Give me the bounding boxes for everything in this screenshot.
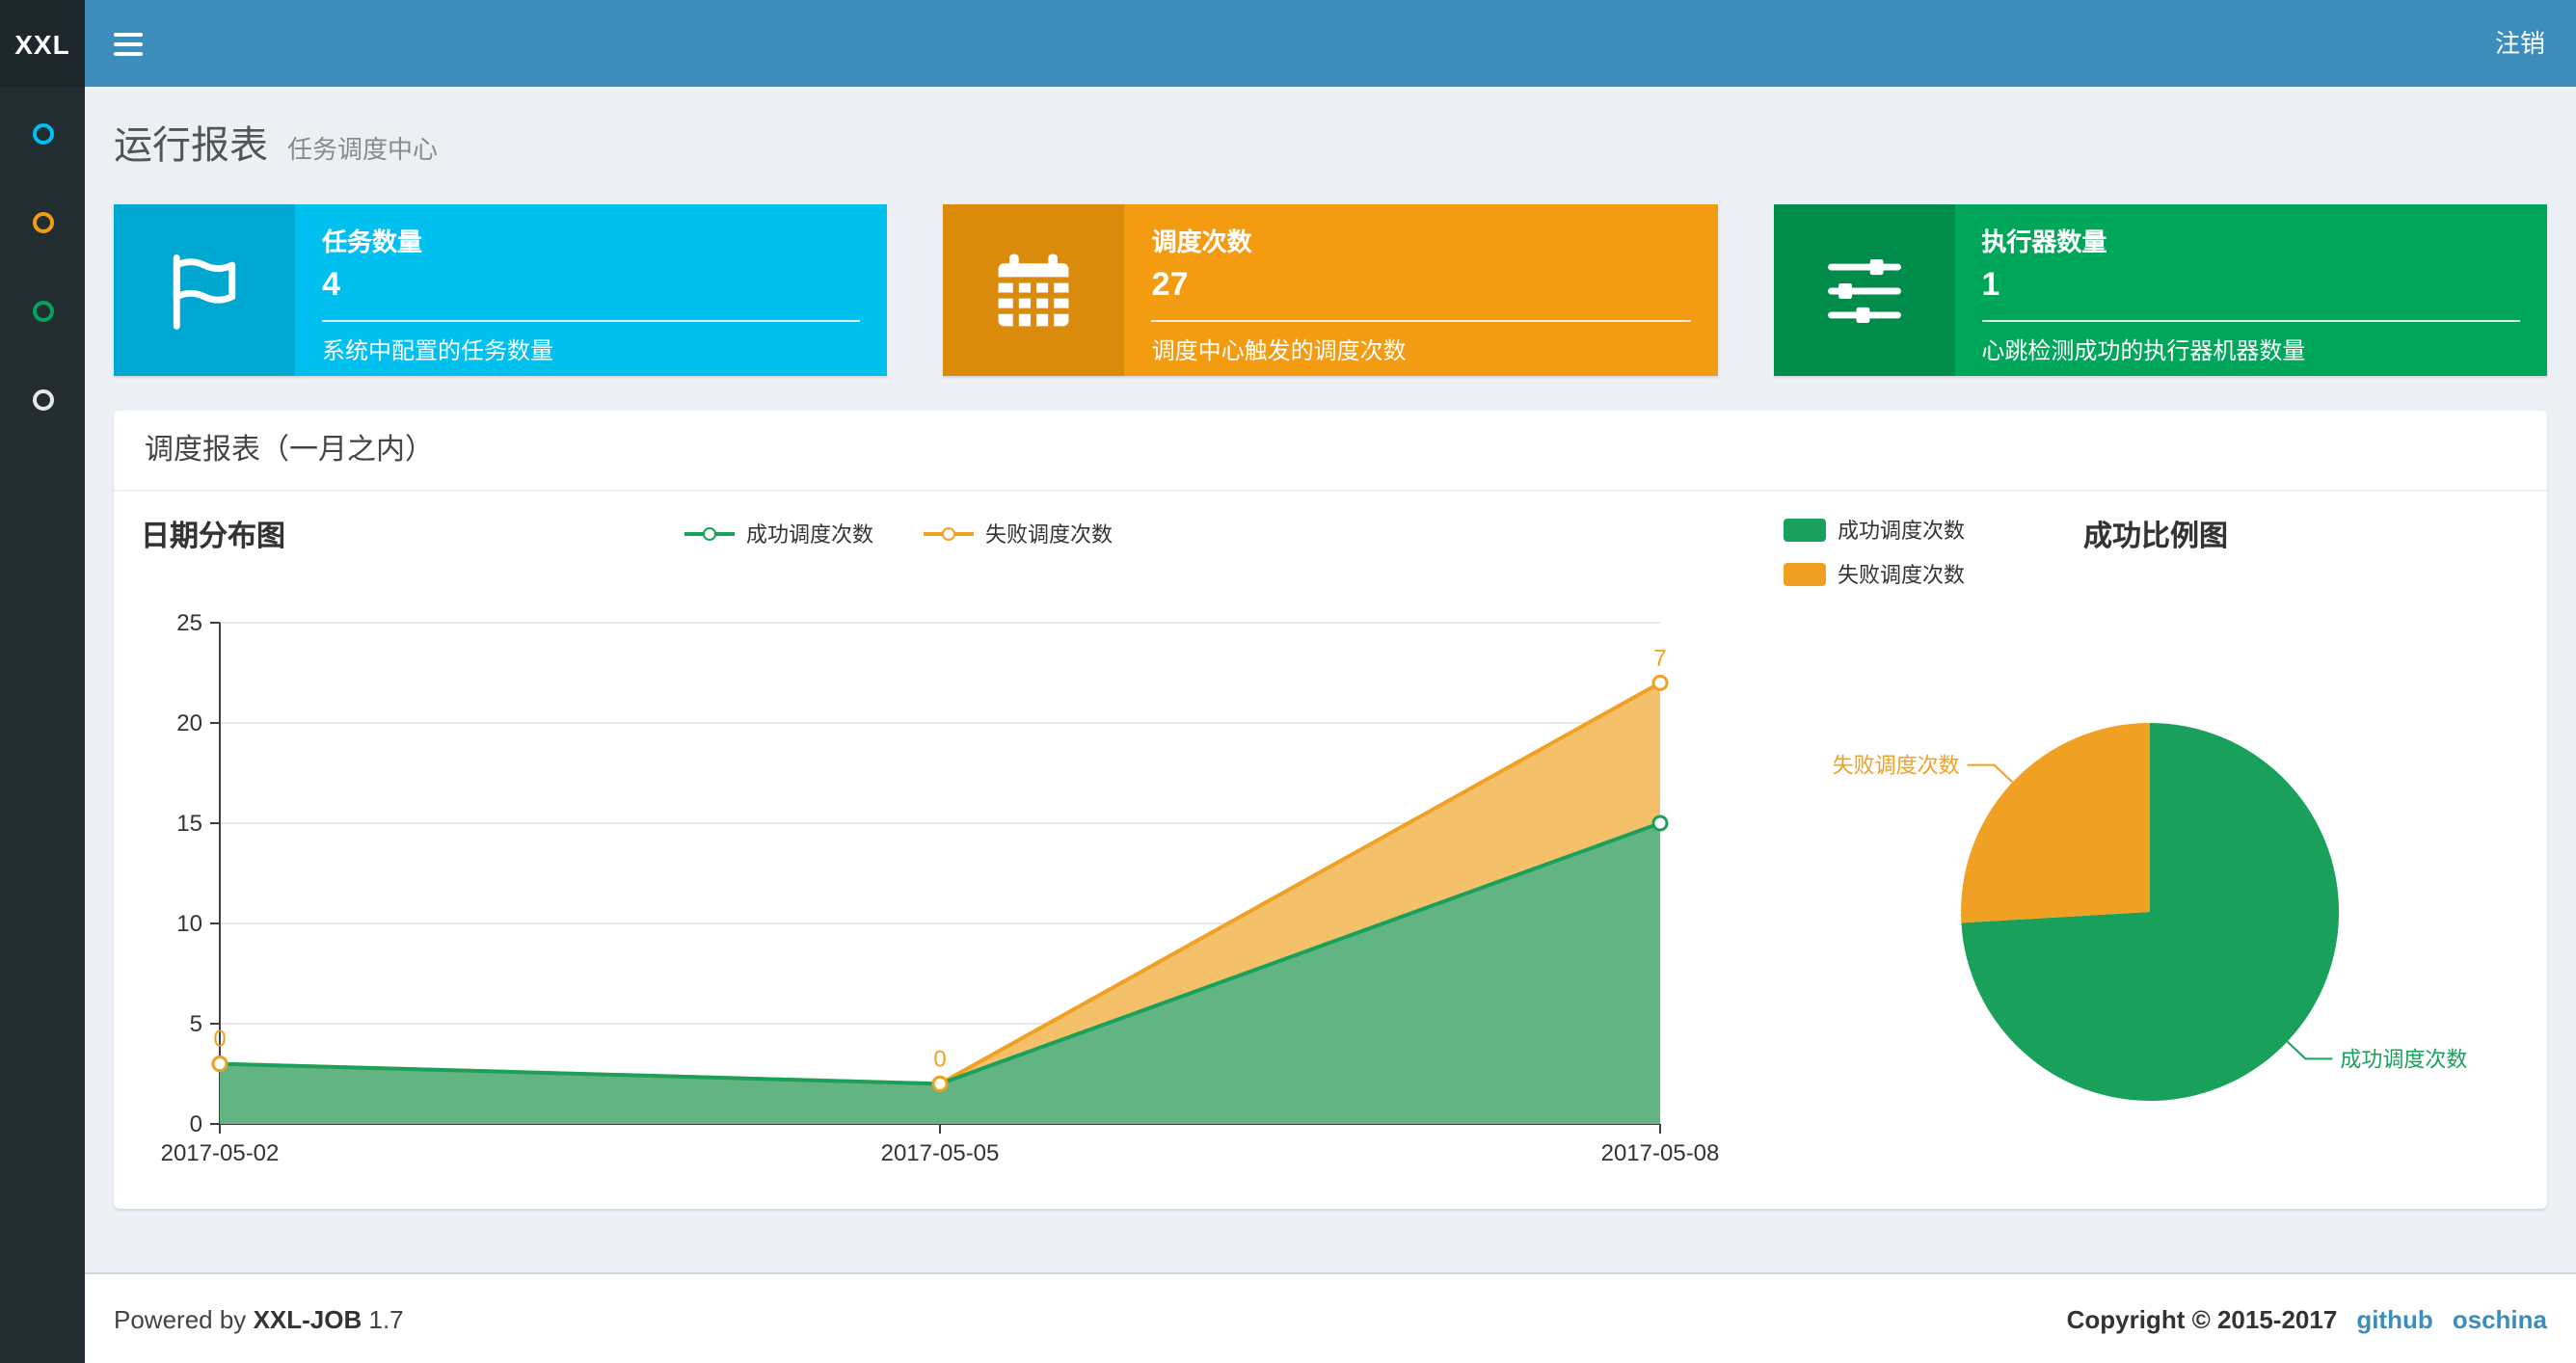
- svg-text:7: 7: [1653, 645, 1666, 671]
- top-navbar: XXL 注销: [0, 0, 2576, 87]
- success-ratio-chart: 成功调度次数 失败调度次数: [1833, 723, 2467, 1101]
- info-box-title: 调度次数: [1151, 227, 1252, 256]
- info-box-executor-count: 执行器数量 1 心跳检测成功的执行器机器数量: [1773, 204, 2547, 376]
- footer: Powered by XXL-JOB 1.7 Copyright © 2015-…: [85, 1272, 2576, 1363]
- circle-icon: [32, 388, 53, 410]
- page-title-text: 运行报表: [114, 125, 268, 168]
- info-box-value: 4: [322, 266, 340, 303]
- calendar-icon: [943, 204, 1125, 376]
- hamburger-icon: [113, 51, 142, 55]
- circle-icon: [32, 300, 53, 321]
- app-window: XXL 注销 运行报表 任务调度中心 任务数量 4 系统中配置的任务数量 调度次…: [0, 0, 2576, 1363]
- svg-text:15: 15: [176, 811, 202, 837]
- logo: XXL: [0, 0, 85, 87]
- info-box-divider: [322, 320, 861, 322]
- info-box-desc: 调度中心触发的调度次数: [1151, 337, 1407, 364]
- report-panel-body: 日期分布图 成功调度次数 失败调度次数 0 5 10 15 20 25 2017-05-02…: [114, 492, 2547, 1207]
- info-box-value: 1: [1981, 266, 2000, 303]
- info-box-desc: 心跳检测成功的执行器机器数量: [1981, 337, 2306, 364]
- hamburger-icon: [113, 32, 142, 36]
- info-box-body: 调度次数 27 调度中心触发的调度次数: [1125, 204, 1718, 376]
- info-box-divider: [1151, 320, 1691, 322]
- sidebar-item-3[interactable]: [0, 268, 85, 353]
- copyright: Copyright © 2015-2017: [2066, 1304, 2338, 1333]
- hamburger-icon: [113, 41, 142, 45]
- sidebar-item-4[interactable]: [0, 357, 85, 441]
- date-distribution-chart: 05101520252017-05-02 2017-05-05 2017-05-08…: [161, 610, 1720, 1166]
- powered-prefix: Powered by: [114, 1304, 247, 1333]
- info-box-body: 任务数量 4 系统中配置的任务数量: [295, 204, 888, 376]
- oschina-link[interactable]: oschina: [2453, 1304, 2547, 1333]
- content-header: 运行报表 任务调度中心: [85, 87, 2576, 170]
- info-box-divider: [1981, 320, 2520, 322]
- svg-text:10: 10: [176, 911, 202, 937]
- version: 1.7: [368, 1304, 404, 1333]
- svg-text:成功调度次数: 成功调度次数: [2340, 1047, 2467, 1071]
- svg-text:失败调度次数: 失败调度次数: [1833, 754, 1960, 778]
- svg-text:20: 20: [176, 710, 202, 736]
- footer-right: Copyright © 2015-2017 github oschina: [2067, 1304, 2547, 1333]
- svg-text:0: 0: [213, 1027, 226, 1053]
- page-subtitle: 任务调度中心: [287, 135, 439, 164]
- sidebar-toggle-button[interactable]: [85, 0, 170, 87]
- flag-icon: [114, 204, 295, 376]
- sidebar-item-2[interactable]: [0, 179, 85, 264]
- svg-text:0: 0: [190, 1111, 202, 1137]
- svg-text:5: 5: [190, 1011, 202, 1037]
- info-box-value: 27: [1151, 266, 1189, 303]
- info-box-body: 执行器数量 1 心跳检测成功的执行器机器数量: [1954, 204, 2547, 376]
- github-link[interactable]: github: [2356, 1304, 2432, 1333]
- report-panel: 调度报表（一月之内） 日期分布图 成功调度次数 失败调度次数 0 5 10 15 20 2…: [114, 411, 2547, 1209]
- page-title: 运行报表 任务调度中心: [114, 114, 2547, 170]
- sidebar-item-1[interactable]: [0, 91, 85, 175]
- circle-icon: [32, 122, 53, 144]
- content-area: 运行报表 任务调度中心 任务数量 4 系统中配置的任务数量 调度次数 27 调度…: [85, 87, 2576, 1272]
- brand-name: XXL-JOB: [253, 1304, 362, 1333]
- info-box-title: 任务数量: [322, 227, 423, 256]
- info-box-job-count: 任务数量 4 系统中配置的任务数量: [114, 204, 888, 376]
- svg-text:2017-05-02: 2017-05-02: [161, 1140, 280, 1166]
- svg-text:2017-05-08: 2017-05-08: [1601, 1140, 1720, 1166]
- sliders-icon: [1773, 204, 1955, 376]
- info-box-trigger-count: 调度次数 27 调度中心触发的调度次数: [943, 204, 1718, 376]
- info-box-desc: 系统中配置的任务数量: [322, 337, 554, 364]
- logout-link[interactable]: 注销: [2464, 0, 2576, 87]
- svg-text:0: 0: [933, 1046, 946, 1072]
- svg-text:25: 25: [176, 610, 202, 636]
- circle-icon: [32, 211, 53, 232]
- info-box-title: 执行器数量: [1981, 227, 2107, 256]
- stat-boxes: 任务数量 4 系统中配置的任务数量 调度次数 27 调度中心触发的调度次数 执行…: [114, 204, 2547, 376]
- powered-by: Powered by XXL-JOB 1.7: [114, 1304, 404, 1333]
- report-panel-title: 调度报表（一月之内）: [114, 411, 2547, 492]
- svg-text:2017-05-05: 2017-05-05: [881, 1140, 1000, 1166]
- sidebar: [0, 87, 85, 1363]
